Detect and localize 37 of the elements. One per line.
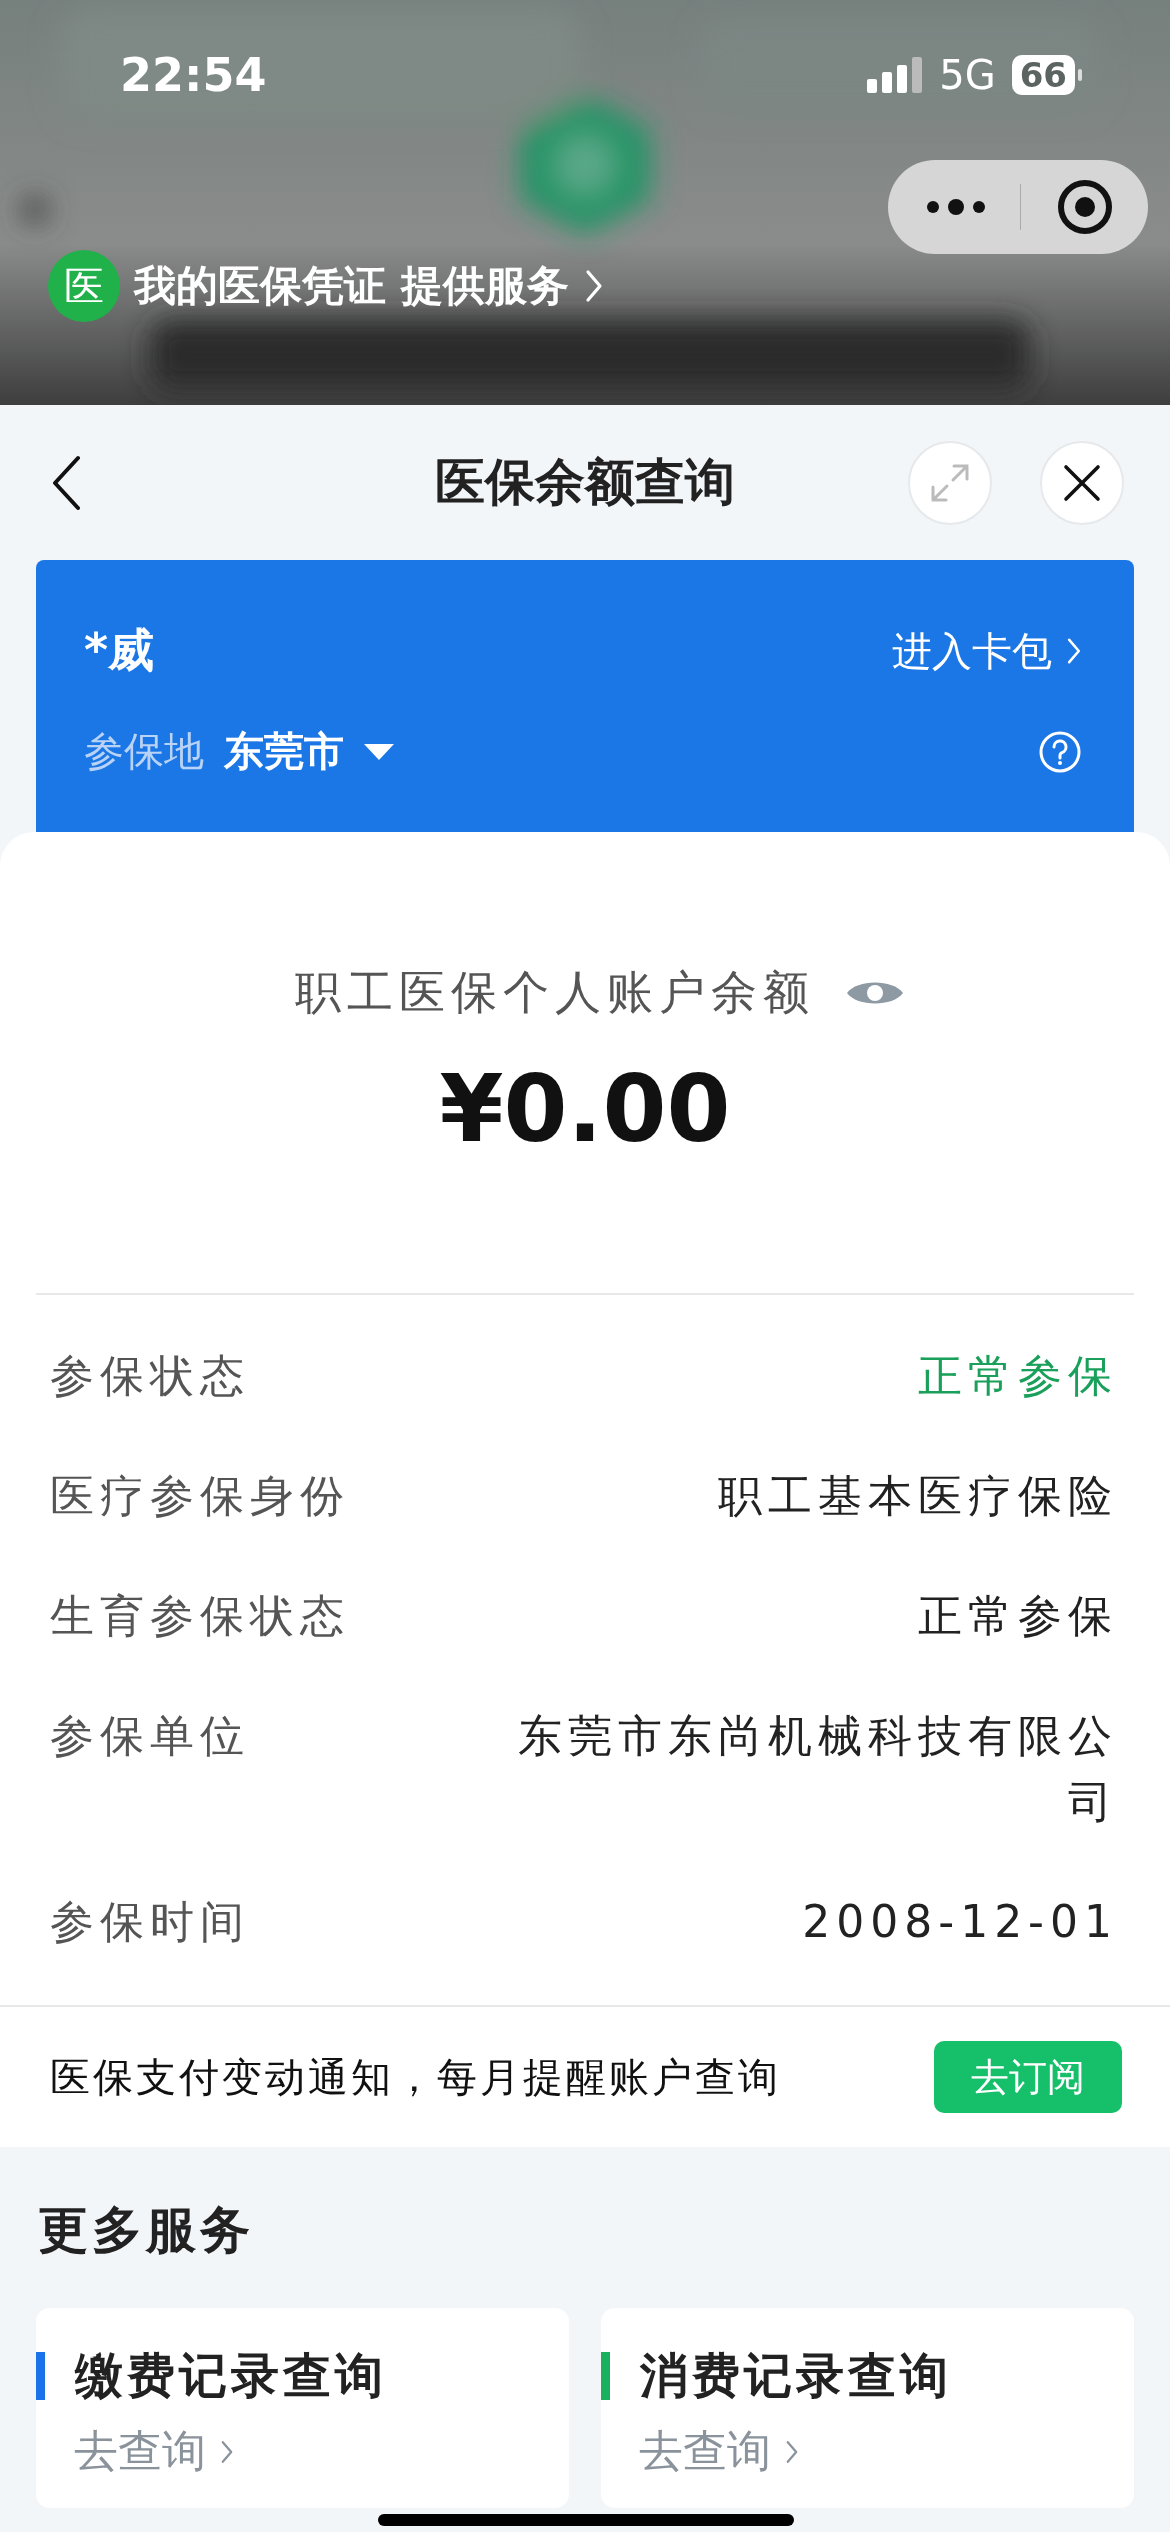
balance-amount: ¥0.00 [439, 1056, 731, 1163]
detail-label: 参保时间 [50, 1895, 250, 1949]
detail-label: 参保单位 [50, 1709, 250, 1763]
region-selector[interactable]: 东莞市 [224, 724, 394, 779]
detail-value: 职工基本医疗保险 [718, 1469, 1118, 1523]
page-title: 医保余额查询 [435, 452, 735, 513]
detail-value: 东莞市东尚机械科技有限公司 [517, 1709, 1118, 1829]
close-icon [1063, 463, 1101, 502]
service-title: 消费记录查询 [640, 2346, 952, 2405]
service-card[interactable]: 缴费记录查询 去查询 [36, 2308, 569, 2508]
service-card[interactable]: 消费记录查询 去查询 [601, 2308, 1134, 2508]
cardholder-name: *威 [84, 622, 155, 679]
section-title: 更多服务 [38, 2200, 255, 2261]
more-icon[interactable] [926, 199, 986, 215]
query-link[interactable]: 去查询 [639, 2422, 799, 2481]
service-provider-link[interactable]: 我的医保凭证 提供服务 [134, 258, 569, 314]
subscribe-button[interactable]: 去订阅 [934, 2041, 1122, 2113]
detail-label: 医疗参保身份 [50, 1469, 350, 1523]
detail-value: 2008-12-01 [802, 1895, 1118, 1949]
balance-label: 职工医保个人账户余额 [295, 964, 815, 1021]
signal-icon [867, 57, 924, 93]
network-label: 5G [939, 52, 996, 98]
detail-value: 正常参保 [918, 1589, 1118, 1643]
card-wallet-link[interactable]: 进入卡包 [892, 623, 1082, 679]
query-link[interactable]: 去查询 [74, 2422, 234, 2481]
notice-text: 医保支付变动通知，每月提醒账户查询 [50, 2052, 781, 2102]
detail-label: 生育参保状态 [50, 1589, 350, 1643]
region-label: 参保地 [84, 727, 204, 776]
status-time: 22:54 [120, 48, 268, 102]
detail-label: 参保状态 [50, 1349, 250, 1403]
detail-value: 正常参保 [918, 1349, 1118, 1403]
service-title: 缴费记录查询 [75, 2346, 387, 2405]
help-icon[interactable] [1038, 729, 1082, 774]
dropdown-caret-icon [364, 743, 394, 760]
chevron-right-icon [1066, 636, 1082, 666]
back-icon[interactable] [50, 454, 82, 511]
target-icon[interactable] [1057, 179, 1113, 235]
